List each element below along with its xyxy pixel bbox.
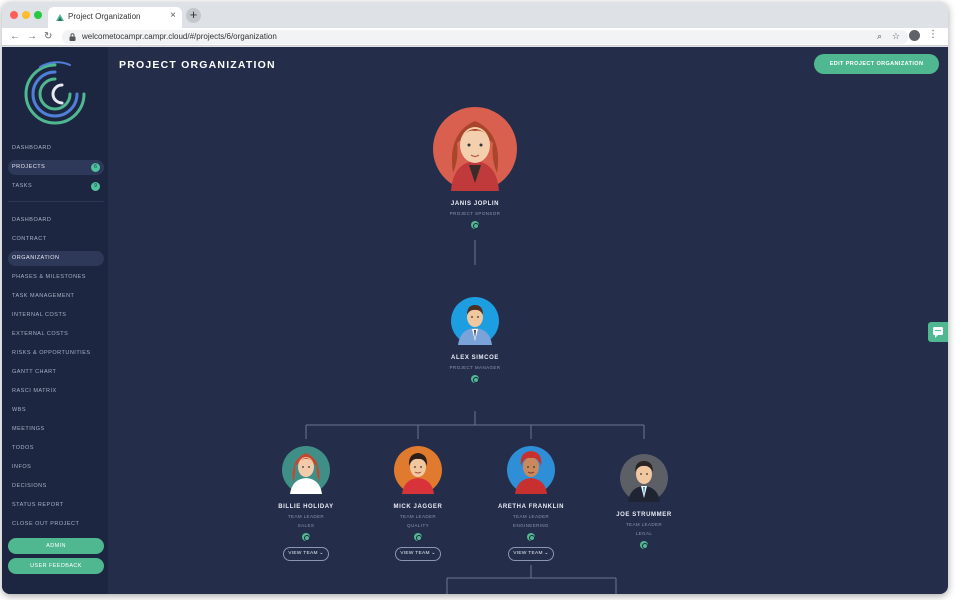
org-node-sponsor[interactable]: JANIS JOPLIN PROJECT SPONSOR <box>410 103 540 229</box>
close-window-button[interactable] <box>10 11 18 19</box>
person-department: LEGAL <box>635 531 653 536</box>
lock-icon <box>69 33 76 41</box>
expand-node-icon[interactable] <box>640 541 648 549</box>
url-text: welcometocampr.campr.cloud/#/projects/6/… <box>82 32 277 41</box>
campr-favicon-icon <box>56 14 64 21</box>
browser-window: Project Organization × + ← → ↻ welcometo… <box>2 2 948 594</box>
person-name: JANIS JOPLIN <box>450 201 500 207</box>
new-tab-button[interactable]: + <box>186 8 201 23</box>
back-button[interactable]: ← <box>10 31 20 43</box>
person-role: PROJECT MANAGER <box>449 365 501 370</box>
expand-node-icon[interactable] <box>414 533 422 541</box>
expand-node-icon[interactable] <box>302 533 310 541</box>
org-node-team-leader[interactable]: JOE STRUMMER TEAM LEADER LEGAL <box>594 452 694 549</box>
zoom-icon[interactable]: ⌕ <box>877 31 882 42</box>
org-node-manager[interactable]: ALEX SIMCOE PROJECT MANAGER <box>420 295 530 383</box>
avatar <box>507 446 555 494</box>
avatar <box>433 107 517 191</box>
view-team-button[interactable]: VIEW TEAM ⌄ <box>283 547 329 561</box>
person-name: JOE STRUMMER <box>616 512 672 518</box>
avatar <box>620 454 668 502</box>
person-name: BILLIE HOLIDAY <box>278 504 334 510</box>
org-node-team-leader[interactable]: ARETHA FRANKLIN TEAM LEADER ENGINEERING … <box>481 444 581 561</box>
person-role: TEAM LEADER <box>625 522 663 527</box>
view-team-button[interactable]: VIEW TEAM ⌄ <box>395 547 441 561</box>
forward-button[interactable]: → <box>27 31 37 43</box>
browser-menu-icon[interactable]: ⋮ <box>928 29 938 40</box>
org-node-team-leader[interactable]: MICK JAGGER TEAM LEADER QUALITY VIEW TEA… <box>368 444 468 561</box>
person-department: ENGINEERING <box>513 523 549 528</box>
org-node-team-leader[interactable]: BILLIE HOLIDAY TEAM LEADER SALES VIEW TE… <box>256 444 356 561</box>
browser-tab[interactable]: Project Organization × <box>48 7 182 28</box>
campr-app: DASHBOARD PROJECTS 6 TASKS 9 DASHBOARD C… <box>2 47 948 594</box>
bookmark-star-icon[interactable]: ☆ <box>892 31 900 42</box>
profile-avatar-icon[interactable] <box>909 30 920 41</box>
view-team-button[interactable]: VIEW TEAM ⌄ <box>508 547 554 561</box>
maximize-window-button[interactable] <box>34 11 42 19</box>
person-name: MICK JAGGER <box>393 504 443 510</box>
person-role: TEAM LEADER <box>512 514 550 519</box>
chat-bubble-icon <box>933 327 943 338</box>
person-role: TEAM LEADER <box>287 514 325 519</box>
expand-node-icon[interactable] <box>471 375 479 383</box>
reload-button[interactable]: ↻ <box>44 31 52 43</box>
address-bar[interactable]: welcometocampr.campr.cloud/#/projects/6/… <box>62 30 908 44</box>
browser-toolbar: ← → ↻ welcometocampr.campr.cloud/#/proje… <box>2 28 948 46</box>
person-department: QUALITY <box>406 523 430 528</box>
avatar <box>451 297 499 345</box>
expand-node-icon[interactable] <box>527 533 535 541</box>
person-name: ARETHA FRANKLIN <box>497 504 565 510</box>
expand-node-icon[interactable] <box>471 221 479 229</box>
avatar <box>394 446 442 494</box>
person-name: ALEX SIMCOE <box>451 355 499 361</box>
feedback-chat-tab[interactable] <box>928 322 948 342</box>
person-department: SALES <box>297 523 315 528</box>
tab-strip: Project Organization × + <box>2 2 948 28</box>
avatar <box>282 446 330 494</box>
tab-close-icon[interactable]: × <box>170 10 176 21</box>
person-role: PROJECT SPONSOR <box>449 211 501 216</box>
minimize-window-button[interactable] <box>22 11 30 19</box>
person-role: TEAM LEADER <box>399 514 437 519</box>
tab-title: Project Organization <box>68 12 141 21</box>
